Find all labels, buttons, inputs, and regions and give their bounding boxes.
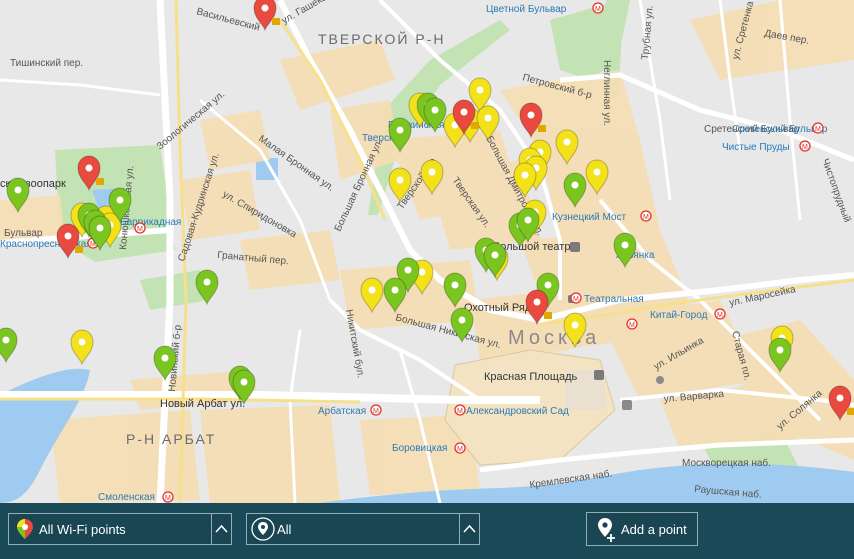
- metro-icon: M: [454, 404, 466, 416]
- metro-label: Театральная: [584, 294, 644, 305]
- wifi-filter-select[interactable]: All Wi-Fi points: [8, 513, 232, 545]
- bottom-toolbar: All Wi-Fi points All Add a point: [0, 503, 854, 559]
- metro-icon: M: [812, 122, 824, 134]
- street-label: Бульвар: [4, 228, 43, 239]
- metro-icon: M: [626, 318, 638, 330]
- metro-icon: M: [570, 292, 582, 304]
- lock-icon: [75, 246, 83, 253]
- svg-text:M: M: [137, 226, 143, 233]
- svg-text:M: M: [643, 214, 649, 221]
- svg-text:M: M: [717, 312, 723, 319]
- metro-label: Арбатская: [318, 405, 366, 417]
- metro-icon: M: [370, 404, 382, 416]
- chevron-up-icon[interactable]: [211, 514, 231, 544]
- lock-icon: [847, 408, 854, 415]
- metro-icon: M: [454, 442, 466, 454]
- lock-icon: [538, 125, 546, 132]
- add-point-label: Add a point: [621, 522, 687, 537]
- chevron-up-icon[interactable]: [459, 514, 479, 544]
- svg-text:M: M: [802, 144, 808, 151]
- type-filter-label: All: [277, 522, 292, 537]
- metro-label: Цветной Бульвар: [486, 4, 567, 15]
- poi-label: Красная Площадь: [484, 371, 578, 383]
- map[interactable]: ТВЕРСКОЙ Р-Н Р-Н АРБАТ Москва ул. Гашека…: [0, 0, 854, 503]
- street-label: Москворецкая наб.: [682, 457, 771, 469]
- metro-icon: M: [134, 222, 146, 234]
- landmark-icon: [594, 370, 604, 380]
- lock-icon: [471, 122, 479, 129]
- street-label: Неглинная ул.: [601, 60, 612, 126]
- svg-text:M: M: [595, 6, 601, 13]
- camera-icon: [656, 376, 664, 384]
- map-pin-icon: [17, 519, 33, 539]
- metro-label: Баррикадная: [120, 217, 181, 228]
- theatre-icon: [570, 242, 580, 252]
- metro-icon: M: [592, 2, 604, 14]
- metro-label: Александровский Сад: [466, 406, 569, 417]
- lock-icon: [272, 18, 280, 25]
- add-point-button[interactable]: Add a point: [586, 512, 698, 546]
- svg-text:M: M: [165, 495, 171, 502]
- metro-label: Кузнецкий Мост: [552, 212, 627, 223]
- wifi-pin-icon: [251, 517, 275, 541]
- metro-label: Боровицкая: [392, 443, 447, 454]
- district-label: ТВЕРСКОЙ Р-Н: [318, 30, 445, 47]
- type-filter-select[interactable]: All: [246, 513, 480, 545]
- street-label: Тишинский пер.: [10, 58, 83, 69]
- lock-icon: [96, 178, 104, 185]
- wifi-filter-label: All Wi-Fi points: [39, 522, 126, 537]
- poi-label: Охотный Ряд: [464, 302, 532, 314]
- add-pin-icon: [598, 518, 615, 542]
- app: ТВЕРСКОЙ Р-Н Р-Н АРБАТ Москва ул. Гашека…: [0, 0, 854, 559]
- svg-text:M: M: [457, 446, 463, 453]
- metro-icon: M: [799, 140, 811, 152]
- metro-label: Китай-Город: [650, 310, 708, 321]
- metro-icon: M: [162, 491, 174, 503]
- metro-icon: M: [640, 210, 652, 222]
- svg-text:M: M: [457, 408, 463, 415]
- svg-text:M: M: [629, 322, 635, 329]
- city-label: Москва: [508, 327, 600, 349]
- metro-label: Смоленская: [98, 492, 155, 503]
- street-label: Новый Арбат ул.: [160, 398, 245, 410]
- church-icon: [622, 400, 632, 410]
- lock-icon: [544, 312, 552, 319]
- metro-icon: M: [714, 308, 726, 320]
- svg-text:M: M: [815, 126, 821, 133]
- svg-text:M: M: [373, 408, 379, 415]
- district-label: Р-Н АРБАТ: [126, 431, 216, 447]
- metro-label: Чистые Пруды: [722, 142, 790, 153]
- svg-text:M: M: [573, 296, 579, 303]
